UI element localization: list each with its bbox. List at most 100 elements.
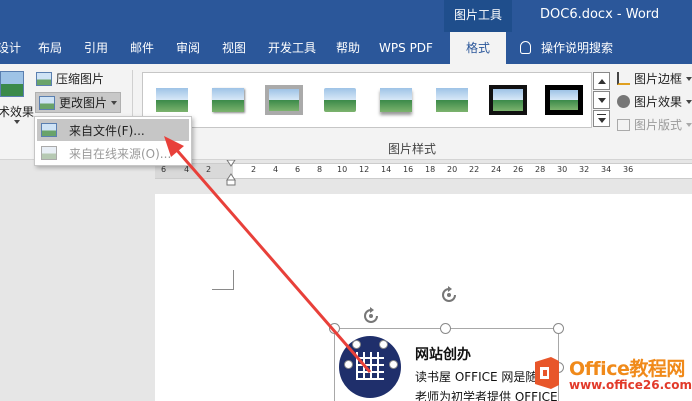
watermark-site: www.office26.com <box>569 378 692 392</box>
resize-handle[interactable] <box>352 340 361 349</box>
ribbon-tab-bar: 设计 布局 引用 邮件 审阅 视图 开发工具 帮助 WPS PDF 格式 操作说… <box>0 32 692 64</box>
ruler-number: 32 <box>579 165 590 174</box>
tab-design[interactable]: 设计 <box>0 32 22 64</box>
indent-marker-icon[interactable] <box>226 160 236 186</box>
change-picture-button[interactable]: 更改图片 <box>35 92 122 113</box>
tab-view[interactable]: 视图 <box>216 32 252 64</box>
ruler-number: 30 <box>557 165 568 174</box>
picture-layout-button[interactable]: 图片版式 <box>617 116 692 133</box>
tell-me-search[interactable]: 操作说明搜索 <box>520 32 613 64</box>
document-title: DOC6.docx - Word <box>540 7 660 22</box>
effects-icon <box>617 95 630 108</box>
rotate-handle-icon[interactable] <box>361 306 381 326</box>
resize-handle[interactable] <box>344 360 353 369</box>
watermark-brand: Office教程网 <box>569 358 685 380</box>
chevron-down-icon <box>686 122 692 127</box>
picture-effects-label: 图片效果 <box>634 95 683 109</box>
title-bar: 图片工具 DOC6.docx - Word <box>0 0 692 32</box>
ruler-number: 8 <box>317 165 323 174</box>
ruler-left-margin <box>155 164 233 178</box>
ruler-number: 6 <box>295 165 301 174</box>
artistic-effects-label: 术效果 <box>0 105 35 119</box>
chevron-down-icon <box>14 120 20 124</box>
watermark: Office教程网 www.office26.com <box>527 350 692 401</box>
change-picture-label: 更改图片 <box>59 96 108 110</box>
ruler-number: 16 <box>403 165 414 174</box>
page-margin-corner-mark <box>212 270 234 290</box>
ruler-number: 28 <box>535 165 546 174</box>
layout-icon <box>617 118 630 131</box>
picture-style-thumb[interactable] <box>377 85 415 115</box>
online-picture-icon <box>41 146 57 160</box>
tab-references[interactable]: 引用 <box>78 32 114 64</box>
resize-handle[interactable] <box>389 360 398 369</box>
menu-item-label: 来自在线来源(O)... <box>69 146 172 161</box>
picture-style-thumb[interactable] <box>321 85 359 115</box>
resize-handle[interactable] <box>379 340 388 349</box>
ruler-number: 24 <box>491 165 502 174</box>
menu-item-from-file[interactable]: 来自文件(F)... <box>37 119 189 141</box>
tell-me-label: 操作说明搜索 <box>541 41 614 55</box>
picture-style-thumb[interactable] <box>153 85 191 115</box>
compress-pictures-button[interactable]: 压缩图片 <box>36 70 104 87</box>
gallery-scroll <box>593 72 610 128</box>
picture-style-thumb[interactable] <box>433 85 471 115</box>
change-picture-icon <box>39 95 55 110</box>
tab-format[interactable]: 格式 <box>450 32 506 64</box>
office-logo-icon <box>535 357 559 389</box>
gallery-scroll-up-button[interactable] <box>593 72 610 90</box>
chevron-down-icon <box>686 99 692 104</box>
ruler-number: 18 <box>425 165 436 174</box>
ruler-number: 12 <box>359 165 370 174</box>
change-picture-menu: 来自文件(F)... 来自在线来源(O)... <box>34 116 192 166</box>
picture-styles-gallery <box>142 72 592 128</box>
ruler-number: 6 <box>161 165 167 174</box>
tab-mailings[interactable]: 邮件 <box>124 32 160 64</box>
lightbulb-icon <box>520 41 531 54</box>
resize-handle[interactable] <box>329 323 340 334</box>
tab-review[interactable]: 审阅 <box>170 32 206 64</box>
pen-icon <box>617 72 630 85</box>
resize-handle[interactable] <box>440 323 451 334</box>
tab-developer[interactable]: 开发工具 <box>262 32 322 64</box>
picture-border-button[interactable]: 图片边框 <box>617 70 692 87</box>
grid-icon <box>356 352 384 380</box>
artistic-effects-caret[interactable] <box>10 120 20 124</box>
compress-pictures-label: 压缩图片 <box>56 72 105 86</box>
picture-style-thumb[interactable] <box>265 85 303 115</box>
chevron-down-icon <box>111 100 118 105</box>
tab-help[interactable]: 帮助 <box>330 32 366 64</box>
ruler-number: 20 <box>447 165 458 174</box>
picture-tools-context-label: 图片工具 <box>444 0 512 32</box>
picture-layout-label: 图片版式 <box>634 118 683 132</box>
rotate-handle-icon[interactable] <box>439 285 459 305</box>
compress-pictures-icon <box>36 71 52 86</box>
ruler-number: 4 <box>184 165 190 174</box>
picture-styles-group-label: 图片样式 <box>388 142 437 156</box>
gallery-scroll-down-button[interactable] <box>593 91 610 109</box>
picture-style-thumb[interactable] <box>209 85 247 115</box>
picture-effects-button[interactable]: 图片效果 <box>617 93 692 110</box>
tab-layout[interactable]: 布局 <box>32 32 68 64</box>
ruler-number: 22 <box>469 165 480 174</box>
menu-item-label: 来自文件(F)... <box>69 123 145 138</box>
ruler-number: 36 <box>623 165 634 174</box>
ruler-number: 26 <box>513 165 524 174</box>
ruler-number: 2 <box>206 165 212 174</box>
gallery-more-button[interactable] <box>593 110 610 127</box>
tab-wps-pdf[interactable]: WPS PDF <box>376 32 436 64</box>
artistic-effects-icon <box>0 71 24 97</box>
resize-handle[interactable] <box>553 323 564 334</box>
ruler-number: 34 <box>601 165 612 174</box>
ruler-number: 14 <box>381 165 392 174</box>
picture-style-thumb[interactable] <box>545 85 583 115</box>
ruler-number: 2 <box>251 165 257 174</box>
artistic-effects-button[interactable] <box>0 70 26 98</box>
menu-item-from-online[interactable]: 来自在线来源(O)... <box>37 142 189 164</box>
chevron-down-icon <box>686 76 692 81</box>
ruler-number: 10 <box>337 165 348 174</box>
document-text-line: 读书屋 OFFICE 网是随 <box>415 370 538 384</box>
picture-file-icon <box>41 123 57 137</box>
document-heading: 网站创办 <box>415 347 471 363</box>
picture-style-thumb[interactable] <box>489 85 527 115</box>
